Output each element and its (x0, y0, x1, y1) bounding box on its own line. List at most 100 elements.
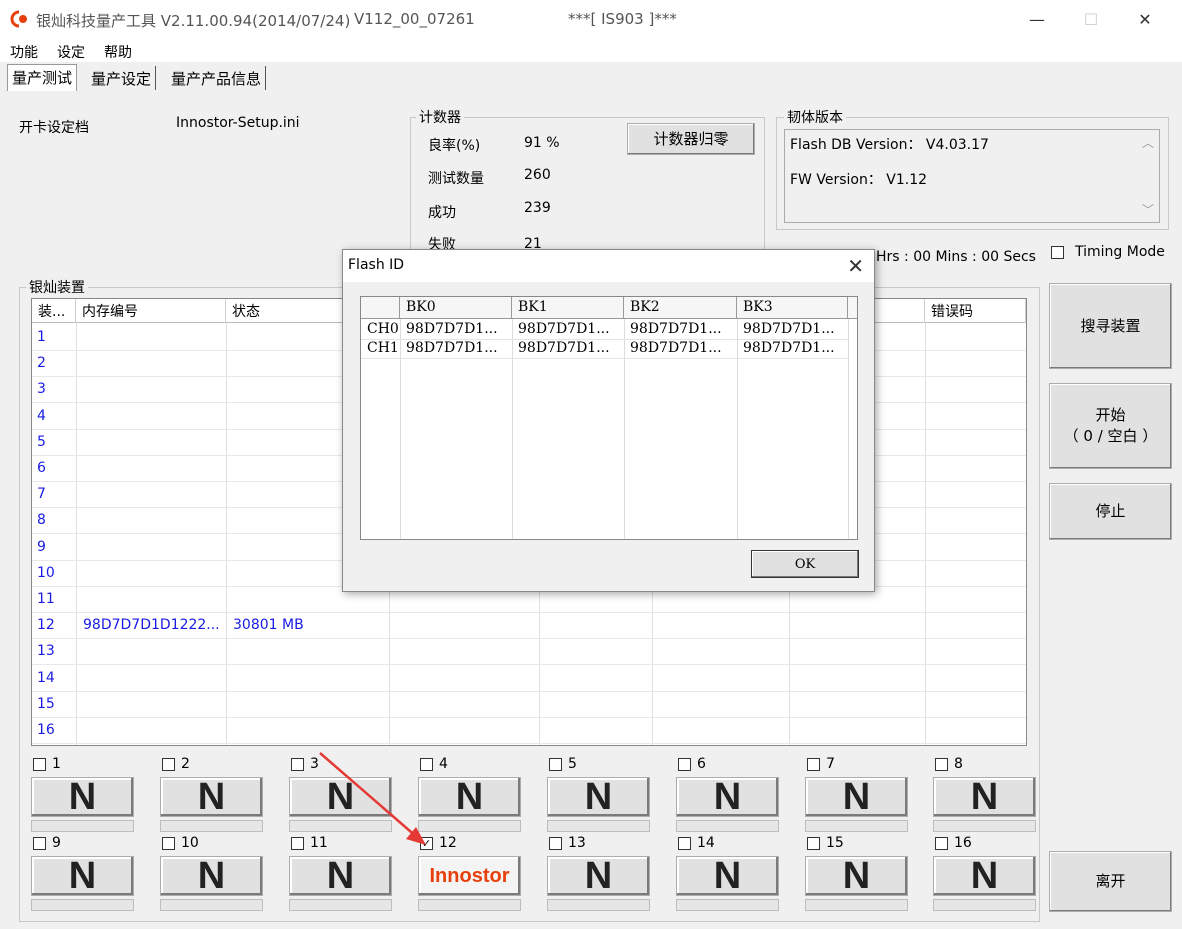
slot-checkbox[interactable] (549, 758, 562, 771)
row-slot-number: 2 (37, 355, 46, 372)
table-row[interactable]: 12 98D7D7D1D1222... 30801 MB (32, 613, 1026, 640)
slot-checkbox[interactable] (549, 837, 562, 850)
start-sublabel: （ 0 / 空白 ） (1063, 427, 1158, 445)
slot-checkbox[interactable] (935, 837, 948, 850)
slot-status-button[interactable]: N (933, 776, 1036, 818)
row-slot-number: 9 (37, 538, 46, 555)
slot-status-button[interactable]: N (31, 776, 134, 818)
ok-button[interactable]: OK (751, 550, 859, 578)
elapsed-time: Hrs : 00 Mins : 00 Secs (876, 249, 1036, 265)
minimize-button[interactable]: — (1014, 0, 1060, 38)
grid-cell[interactable]: 98D7D7D1... (400, 340, 512, 359)
table-row[interactable]: 13 (32, 639, 1026, 666)
timing-mode-label: Timing Mode (1075, 244, 1165, 260)
grid-cell[interactable]: 98D7D7D1... (512, 340, 624, 359)
col-error-code[interactable]: 错误码 (925, 299, 1026, 323)
grid-cell[interactable]: 98D7D7D1... (400, 321, 512, 340)
row-slot-number: 12 (37, 617, 55, 634)
grid-cell[interactable]: 98D7D7D1... (512, 321, 624, 340)
grid-header-bk0[interactable]: BK0 (400, 297, 512, 319)
slot-checkbox[interactable] (162, 758, 175, 771)
slot-number: 15 (826, 835, 844, 851)
slot-status-button[interactable]: N (676, 855, 779, 897)
stop-button[interactable]: 停止 (1049, 483, 1172, 540)
start-button[interactable]: 开始 （ 0 / 空白 ） (1049, 383, 1172, 469)
row-slot-number: 7 (37, 486, 46, 503)
grid-corner (361, 297, 400, 319)
tab-product-info[interactable]: 量产产品信息 (167, 66, 267, 90)
slot-number: 5 (568, 756, 577, 772)
slot-status-button[interactable]: N (805, 855, 908, 897)
tab-production-test[interactable]: 量产测试 (7, 64, 78, 91)
table-row[interactable]: 16 (32, 718, 1026, 744)
slot-checkbox[interactable] (162, 837, 175, 850)
menu-settings[interactable]: 设定 (57, 42, 85, 62)
timing-mode-checkbox[interactable] (1051, 246, 1064, 259)
close-button[interactable]: ✕ (1122, 0, 1168, 38)
tab-production-settings[interactable]: 量产设定 (87, 66, 157, 90)
grid-cell[interactable]: 98D7D7D1... (737, 340, 848, 359)
slot-checkbox[interactable] (678, 758, 691, 771)
maximize-button[interactable]: ☐ (1068, 0, 1114, 38)
fw-version: FW Version： V1.12 (790, 172, 928, 188)
menu-function[interactable]: 功能 (10, 42, 38, 62)
grid-header-bk2[interactable]: BK2 (624, 297, 737, 319)
slot-progress-bar (805, 899, 908, 911)
slot-number: 2 (181, 756, 190, 772)
slot-status-button[interactable]: N (805, 776, 908, 818)
grid-cell[interactable]: 98D7D7D1... (624, 340, 737, 359)
grid-header-bk1[interactable]: BK1 (512, 297, 624, 319)
slot-checkbox[interactable] (291, 758, 304, 771)
slot-status-button[interactable]: Innostor (418, 856, 521, 896)
slot-progress-bar (31, 899, 134, 911)
slot-status-button[interactable]: N (547, 776, 650, 818)
slot-status-button[interactable]: N (547, 855, 650, 897)
scroll-up-icon[interactable]: ︿ (1142, 134, 1154, 151)
test-count-value: 260 (524, 167, 551, 183)
firmware-info-box: Flash DB Version： V4.03.17 FW Version： V… (784, 129, 1160, 223)
table-row[interactable]: 15 (32, 692, 1026, 718)
grid-row-label-ch0: CH0 (361, 321, 400, 340)
slot-status-button[interactable]: N (31, 855, 134, 897)
slot-status-button[interactable]: N (160, 776, 263, 818)
slot-checkbox[interactable] (33, 758, 46, 771)
yield-value: 91 % (524, 135, 560, 151)
scroll-down-icon[interactable]: ﹀ (1142, 201, 1154, 218)
grid-header-bk3[interactable]: BK3 (737, 297, 848, 319)
grid-row-label-ch1: CH1 (361, 340, 400, 359)
slot-status-button[interactable]: N (933, 855, 1036, 897)
table-row[interactable]: 14 (32, 666, 1026, 692)
slot-checkbox[interactable] (291, 837, 304, 850)
slot-number: 12 (439, 835, 457, 851)
dialog-title-bar: Flash ID ✕ (343, 250, 874, 282)
slot-progress-bar (31, 820, 134, 832)
slot-progress-bar (547, 820, 650, 832)
row-status: 30801 MB (233, 617, 304, 634)
flash-id-grid[interactable]: BK0 BK1 BK2 BK3 CH0 98D7D7D1... 98D7D7D1… (360, 296, 858, 540)
slot-progress-bar (160, 820, 263, 832)
col-memory-id[interactable]: 内存编号 (76, 299, 226, 323)
slot-status-button[interactable]: N (160, 855, 263, 897)
start-label: 开始 (1095, 406, 1126, 424)
slot-status-button[interactable]: N (289, 855, 392, 897)
slot-checkbox[interactable] (807, 837, 820, 850)
slot-checkbox[interactable] (678, 837, 691, 850)
row-slot-number: 8 (37, 512, 46, 529)
slot-number: 7 (826, 756, 835, 772)
window-center-title: ***[ IS903 ]*** (568, 10, 677, 28)
slot-number: 10 (181, 835, 199, 851)
exit-button[interactable]: 离开 (1049, 851, 1172, 912)
col-slot[interactable]: 装... (32, 299, 76, 323)
search-devices-button[interactable]: 搜寻装置 (1049, 283, 1172, 369)
grid-cell[interactable]: 98D7D7D1... (737, 321, 848, 340)
grid-cell[interactable]: 98D7D7D1... (624, 321, 737, 340)
config-label: 开卡设定档 (19, 120, 89, 136)
dialog-close-icon[interactable]: ✕ (847, 254, 864, 278)
slot-status-button[interactable]: N (676, 776, 779, 818)
menu-help[interactable]: 帮助 (104, 42, 132, 62)
slot-checkbox[interactable] (807, 758, 820, 771)
slot-checkbox[interactable] (33, 837, 46, 850)
slot-checkbox[interactable] (935, 758, 948, 771)
slot-progress-bar (805, 820, 908, 832)
reset-counter-button[interactable]: 计数器归零 (627, 123, 755, 155)
